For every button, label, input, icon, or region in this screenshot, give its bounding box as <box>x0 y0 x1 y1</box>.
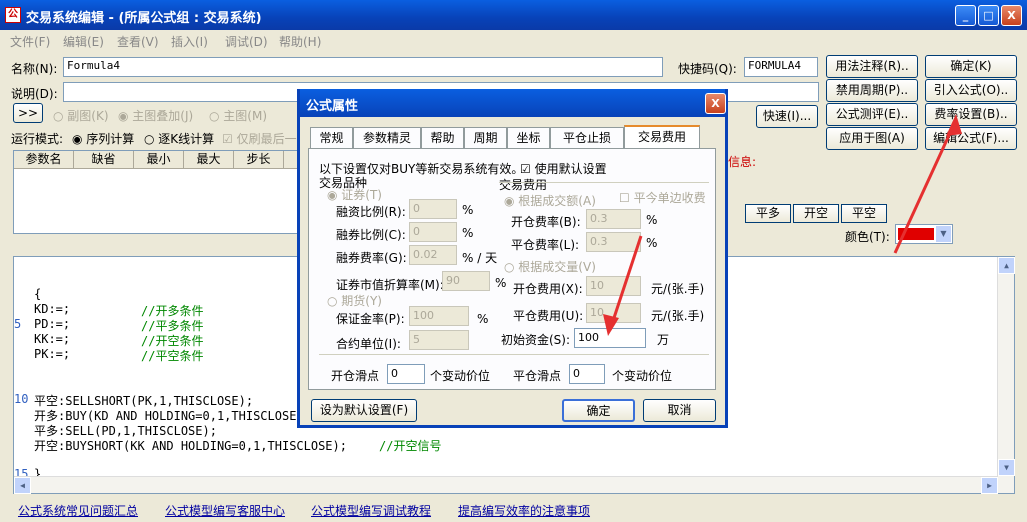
arrow-to-fee-button <box>893 119 958 254</box>
annotation-arrows <box>603 114 962 336</box>
arrow-to-capital <box>608 235 643 331</box>
arrow-head-icon <box>946 114 962 136</box>
arrow-head-icon <box>603 314 619 336</box>
